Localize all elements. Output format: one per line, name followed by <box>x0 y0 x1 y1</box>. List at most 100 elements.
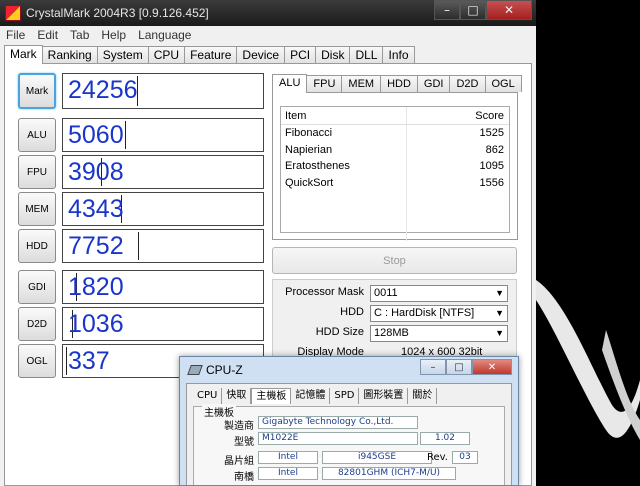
mark-score-bar: 24256 <box>62 73 264 109</box>
fpu-run-button[interactable]: FPU <box>18 155 56 189</box>
cpuz-tab-about[interactable]: 關於 <box>408 388 438 404</box>
window-title: CrystalMark 2004R3 [0.9.126.452] <box>26 6 209 20</box>
gdi-score-bar: 1820 <box>62 270 264 304</box>
mainboard-group: 主機板 製造商 Gigabyte Technology Co.,Ltd. 型號 … <box>193 404 505 485</box>
cpuz-body: CPU 快取 主機板 記憶體 SPD 圖形裝置 關於 主機板 製造商 Gigab… <box>186 383 512 485</box>
benchmark-detail-tabs: ALU FPU MEM HDD GDI D2D OGL <box>272 74 522 93</box>
model-label: 型號 <box>234 437 254 448</box>
column-header-score[interactable]: Score <box>407 107 509 124</box>
menu-language[interactable]: Language <box>138 26 191 44</box>
southbridge-name-field: 82801GHM (ICH7-M/U) <box>322 467 456 480</box>
rev-label: Rev. <box>427 452 448 463</box>
tab-info[interactable]: Info <box>382 46 415 63</box>
manufacturer-label: 製造商 <box>224 421 254 432</box>
hdd-score-bar: 7752 <box>62 229 264 263</box>
empty-row <box>281 191 509 208</box>
hdd-run-button[interactable]: HDD <box>18 229 56 263</box>
cpuz-tab-mainboard[interactable]: 主機板 <box>251 388 292 404</box>
row-item: Fibonacci <box>281 125 407 142</box>
hdd-label: HDD <box>340 306 364 318</box>
mark-score-value: 24256 <box>68 76 138 104</box>
subtab-fpu[interactable]: FPU <box>306 75 343 92</box>
row-score: 862 <box>485 143 504 156</box>
title-bar[interactable]: CrystalMark 2004R3 [0.9.126.452] – □ ✕ <box>0 0 536 26</box>
hdd-select[interactable]: C : HardDisk [NTFS] ▼ <box>370 305 508 322</box>
row-item: Napierian <box>281 141 407 158</box>
subtab-alu[interactable]: ALU <box>272 74 308 93</box>
table-row[interactable]: Napierian 862 <box>281 141 509 158</box>
cpuz-maximize-button[interactable]: □ <box>446 359 472 375</box>
cpuz-tab-cache[interactable]: 快取 <box>222 388 252 404</box>
processor-mask-value: 0011 <box>374 287 398 299</box>
tab-ranking[interactable]: Ranking <box>41 46 98 63</box>
model-field: M1022E <box>258 432 418 445</box>
tab-system[interactable]: System <box>96 46 149 63</box>
cpuz-tab-memory[interactable]: 記憶體 <box>291 388 331 404</box>
menu-file[interactable]: File <box>6 26 25 44</box>
d2d-score-value: 1036 <box>68 310 124 338</box>
hdd-size-select[interactable]: 128MB ▼ <box>370 325 508 342</box>
tab-dll[interactable]: DLL <box>349 46 384 63</box>
hdd-size-label: HDD Size <box>315 326 364 338</box>
column-header-item[interactable]: Item <box>281 107 407 124</box>
hdd-size-value: 128MB <box>374 327 409 339</box>
menu-edit[interactable]: Edit <box>37 26 58 44</box>
mem-run-button[interactable]: MEM <box>18 192 56 226</box>
minimize-button[interactable]: – <box>434 0 460 20</box>
row-score: 1525 <box>479 127 504 139</box>
table-row[interactable]: Eratosthenes 1095 <box>281 158 509 175</box>
gdi-score-value: 1820 <box>68 273 124 301</box>
cpuz-window: CPU-Z – □ ✕ CPU 快取 主機板 記憶體 SPD 圖形裝置 關於 主… <box>179 356 519 486</box>
empty-row <box>281 207 509 224</box>
gdi-run-button[interactable]: GDI <box>18 270 56 304</box>
row-score: 1556 <box>479 176 504 189</box>
table-row[interactable]: Fibonacci 1525 <box>281 125 509 142</box>
menu-help[interactable]: Help <box>101 26 126 44</box>
tab-device[interactable]: Device <box>236 46 286 63</box>
processor-mask-label: Processor Mask <box>285 286 364 298</box>
mem-score-value: 4343 <box>68 195 124 223</box>
mem-score-bar: 4343 <box>62 192 264 226</box>
cpuz-tab-spd[interactable]: SPD <box>330 388 360 404</box>
tab-feature[interactable]: Feature <box>184 46 238 63</box>
cpuz-tab-graphics[interactable]: 圖形裝置 <box>359 388 409 404</box>
row-item: Eratosthenes <box>281 158 407 175</box>
tab-mark[interactable]: Mark <box>4 45 43 64</box>
cpuz-close-button[interactable]: ✕ <box>472 359 512 375</box>
subtab-hdd[interactable]: HDD <box>380 75 418 92</box>
tab-pci[interactable]: PCI <box>284 46 317 63</box>
menu-bar: File Edit Tab Help Language <box>0 26 536 44</box>
cpuz-tab-strip: CPU 快取 主機板 記憶體 SPD 圖形裝置 關於 <box>193 388 438 404</box>
chipset-label: 晶片組 <box>224 456 254 467</box>
chipset-vendor-field: Intel <box>258 451 318 464</box>
processor-mask-select[interactable]: 0011 ▼ <box>370 285 508 302</box>
stop-button[interactable]: Stop <box>272 247 517 274</box>
subtab-ogl[interactable]: OGL <box>484 75 522 92</box>
cpuz-minimize-button[interactable]: – <box>420 359 446 375</box>
results-table: Item Score Fibonacci 1525 Napierian 862 … <box>280 106 510 241</box>
crystalmark-window: CrystalMark 2004R3 [0.9.126.452] – □ ✕ F… <box>0 0 536 486</box>
chevron-down-icon: ▼ <box>495 308 504 318</box>
menu-tab[interactable]: Tab <box>70 26 89 44</box>
model-revision-field: 1.02 <box>420 432 470 445</box>
desktop-wallpaper <box>536 0 640 486</box>
main-tab-strip: Mark Ranking System CPU Feature Device P… <box>4 45 415 64</box>
cpuz-tab-cpu[interactable]: CPU <box>193 388 223 404</box>
maximize-button[interactable]: □ <box>460 0 486 20</box>
d2d-run-button[interactable]: D2D <box>18 307 56 341</box>
close-button[interactable]: ✕ <box>486 0 532 20</box>
subtab-d2d[interactable]: D2D <box>449 75 486 92</box>
tab-disk[interactable]: Disk <box>315 46 351 63</box>
subtab-gdi[interactable]: GDI <box>416 75 451 92</box>
table-row[interactable]: QuickSort 1556 <box>281 174 509 191</box>
mark-run-button[interactable]: Mark <box>18 73 56 109</box>
manufacturer-field: Gigabyte Technology Co.,Ltd. <box>258 416 418 429</box>
chevron-down-icon: ▼ <box>495 328 504 338</box>
alu-run-button[interactable]: ALU <box>18 118 56 152</box>
tab-cpu[interactable]: CPU <box>147 46 186 63</box>
d2d-score-bar: 1036 <box>62 307 264 341</box>
subtab-mem[interactable]: MEM <box>341 75 382 92</box>
chevron-down-icon: ▼ <box>495 288 504 298</box>
ogl-run-button[interactable]: OGL <box>18 344 56 378</box>
hdd-score-value: 7752 <box>68 232 124 260</box>
